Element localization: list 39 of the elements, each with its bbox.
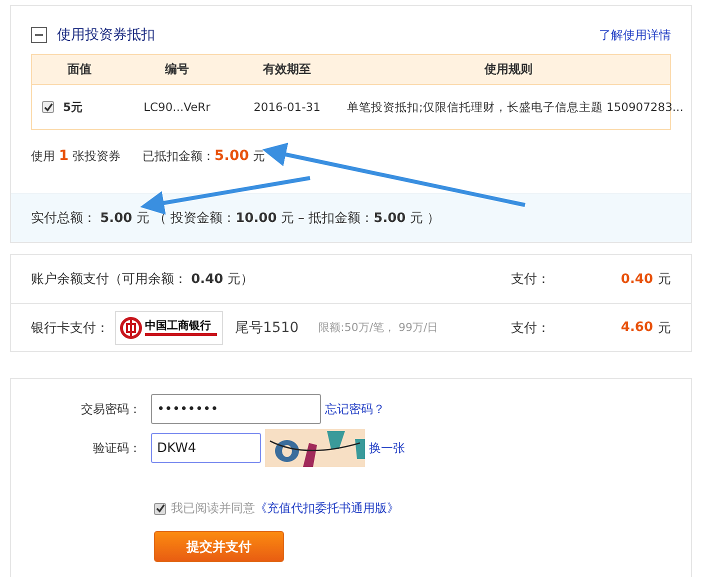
subtitle-line-icon — [145, 332, 217, 336]
payment-method: 账户余额支付（可用余额： 0.40 元） — [31, 271, 254, 288]
deducted-amount: 已抵扣金额：5.00 元 — [142, 148, 265, 165]
checkmark-icon — [44, 102, 52, 112]
checkmark-icon — [156, 504, 164, 513]
card-limit: 限额:50万/笔， 99万/日 — [318, 320, 438, 335]
bank-name: 中国工商银行 — [145, 320, 212, 330]
coupon-count: 使用 1 张投资券 — [31, 148, 120, 165]
agreement-text: 我已阅读并同意 — [171, 500, 255, 517]
password-field[interactable]: •••••••• — [151, 394, 321, 424]
currency-unit: 元 — [658, 320, 671, 336]
pay-amount: 0.40 — [620, 272, 653, 286]
column-header: 编号 — [164, 61, 190, 78]
bank-emblem-icon — [120, 316, 142, 338]
payment-method: 银行卡支付： — [31, 320, 109, 336]
field-label: 交易密码： — [80, 400, 142, 418]
coupon-checkbox[interactable] — [42, 101, 54, 113]
collapse-icon[interactable] — [31, 27, 47, 43]
details-link[interactable]: 了解使用详情 — [599, 26, 671, 44]
pay-label: 支付： — [510, 320, 551, 336]
captcha-field[interactable]: DKW4 — [151, 433, 261, 463]
coupon-value: 5元 — [63, 100, 84, 114]
section-title: 使用投资券抵扣 — [57, 26, 156, 44]
refresh-captcha-link[interactable]: 换一张 — [369, 440, 405, 456]
expiry-date: 2016-01-31 — [252, 100, 322, 114]
pay-label: 支付： — [510, 271, 551, 288]
usage-rule: 单笔投资抵扣;仅限信托理财，长盛电子信息主题 150907283... — [347, 100, 684, 114]
coupon-code: LC90...VeRr — [142, 100, 212, 114]
currency-unit: 元 — [658, 271, 671, 288]
column-header: 有效期至 — [262, 61, 312, 78]
column-header: 面值 — [66, 61, 92, 78]
field-label: 验证码： — [92, 440, 142, 456]
total-text: 实付总额： 5.00 元 （ 投资金额：10.00 元 – 抵扣金额：5.00 元 ） — [31, 210, 440, 227]
card-number: 尾号1510 — [235, 318, 299, 336]
forgot-password-link[interactable]: 忘记密码？ — [325, 400, 385, 418]
column-header: 使用规则 — [483, 61, 534, 78]
pay-amount: 4.60 — [620, 320, 653, 335]
agreement-link[interactable]: 《充值代扣委托书通用版》 — [255, 500, 399, 517]
agreement-checkbox[interactable] — [154, 502, 166, 514]
